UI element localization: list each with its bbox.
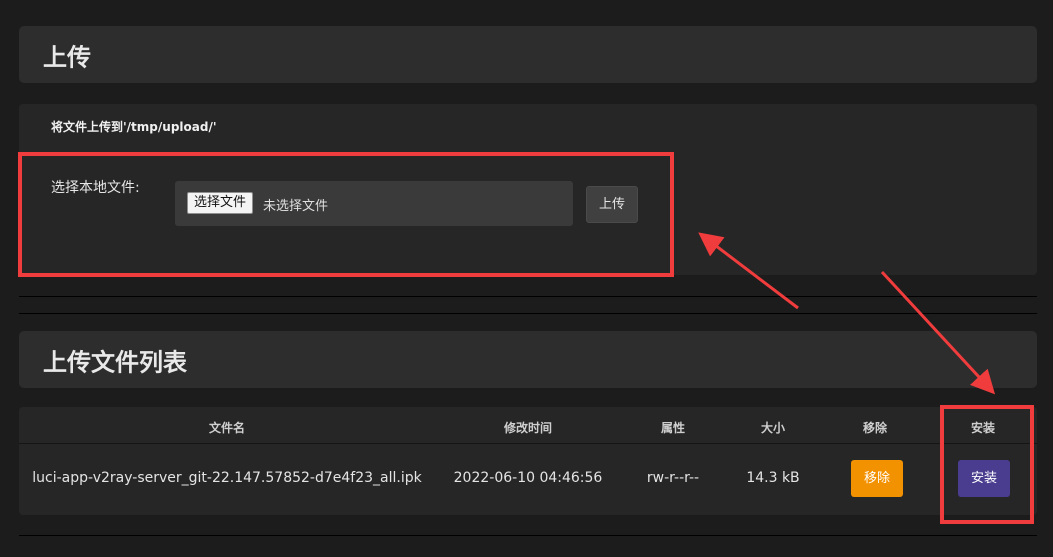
page: 上传 将文件上传到'/tmp/upload/' 选择本地文件: 选择文件 未选择…	[0, 0, 1053, 557]
choose-file-button[interactable]: 选择文件	[187, 192, 254, 214]
cell-size: 14.3 kB	[746, 470, 800, 486]
remove-button[interactable]: 移除	[851, 460, 903, 497]
column-header-remove: 移除	[862, 421, 888, 435]
column-header-modified: 修改时间	[503, 421, 553, 435]
file-input[interactable]: 选择文件 未选择文件	[175, 181, 573, 226]
cell-attributes: rw-r--r--	[646, 470, 700, 486]
upload-section-title: 上传	[43, 43, 91, 71]
divider	[19, 296, 1037, 297]
column-header-install: 安装	[970, 421, 996, 435]
table-header-divider	[19, 443, 1037, 444]
cell-modified: 2022-06-10 04:46:56	[453, 470, 603, 486]
upload-panel: 将文件上传到'/tmp/upload/' 选择本地文件: 选择文件 未选择文件 …	[19, 104, 1037, 275]
upload-description: 将文件上传到'/tmp/upload/'	[51, 120, 217, 134]
file-field-label: 选择本地文件:	[51, 180, 140, 196]
divider	[19, 535, 1037, 536]
install-button[interactable]: 安装	[958, 460, 1010, 497]
column-header-size: 大小	[760, 421, 786, 435]
file-table: 文件名 修改时间 属性 大小 移除 安装 luci-app-v2ray-serv…	[19, 407, 1037, 515]
column-header-filename: 文件名	[208, 421, 246, 435]
cell-filename: luci-app-v2ray-server_git-22.147.57852-d…	[32, 470, 422, 486]
upload-button[interactable]: 上传	[586, 186, 638, 223]
file-list-section-header: 上传文件列表	[19, 331, 1037, 388]
file-list-section-title: 上传文件列表	[43, 348, 187, 376]
upload-section-header: 上传	[19, 26, 1037, 83]
column-header-attributes: 属性	[660, 421, 686, 435]
no-file-text: 未选择文件	[263, 199, 329, 214]
divider	[19, 313, 1037, 314]
